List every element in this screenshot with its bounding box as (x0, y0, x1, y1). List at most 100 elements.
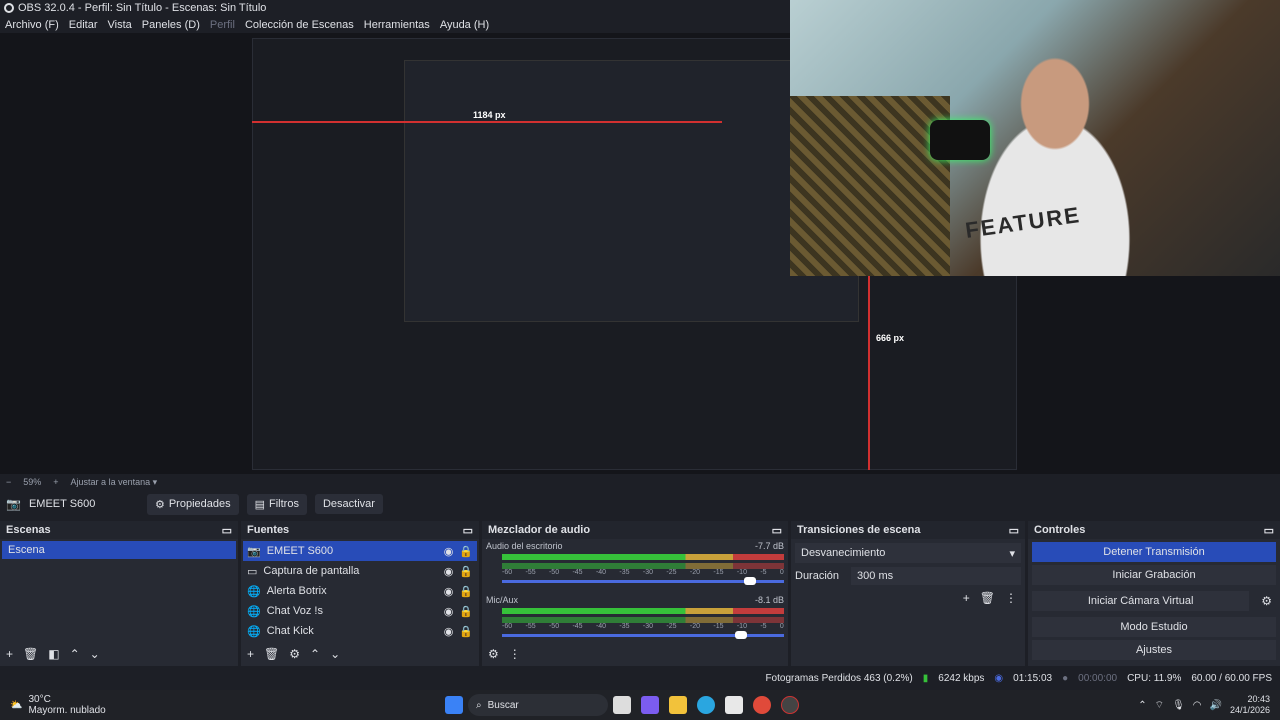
dock-menu-icon[interactable]: ▭ (1264, 524, 1274, 537)
menu-ayuda[interactable]: Ayuda (H) (435, 19, 494, 31)
settings-button[interactable]: Ajustes (1032, 640, 1276, 660)
remove-transition-icon[interactable]: 🗑 (980, 591, 995, 605)
network-icon[interactable]: ⌔ (1155, 699, 1164, 712)
source-item-chat-kick[interactable]: 🌐 Chat Kick ◉ 🔒 (243, 621, 477, 641)
meter-scale: -60 -55 -50 -45 -40 -35 -30 -25 -20 -15 -10 -5 0 (502, 569, 784, 576)
zoom-bar: − 59% + Ajustar a la ventana ▾ (0, 474, 1280, 490)
dock-menu-icon[interactable]: ▭ (463, 524, 473, 537)
properties-button[interactable]: ⚙ Propiedades (146, 493, 239, 515)
chrome-icon[interactable] (753, 696, 771, 714)
transition-select[interactable]: Desvanecimiento ▾ (795, 543, 1021, 563)
add-scene-icon[interactable]: + (6, 647, 13, 661)
mixer-settings-icon[interactable]: ⚙ (488, 647, 499, 661)
add-transition-icon[interactable]: + (963, 591, 970, 605)
lock-icon[interactable]: 🔒 (459, 565, 473, 578)
dock-menu-icon[interactable]: ▭ (222, 524, 232, 537)
gear-icon[interactable]: ⚙ (1253, 594, 1280, 608)
fit-window-dropdown[interactable]: Ajustar a la ventana ▾ (71, 477, 158, 488)
window-titlebar: OBS 32.0.4 - Perfil: Sin Título - Escena… (0, 0, 790, 16)
volume-icon[interactable]: 🔊 (1210, 700, 1222, 711)
eye-icon[interactable]: ◉ (444, 585, 454, 598)
source-toolbar: 📷 EMEET S600 ⚙ Propiedades ▤ Filtros Desac… (0, 490, 1280, 518)
deactivate-button[interactable]: Desactivar (314, 494, 383, 514)
more-icon[interactable]: ⋮ (1005, 591, 1017, 605)
audio-meter (502, 563, 784, 569)
volume-knob[interactable] (735, 631, 748, 639)
edge-icon[interactable] (697, 696, 715, 714)
volume-slider[interactable] (502, 577, 784, 585)
source-item-captura[interactable]: ▭ Captura de pantalla ◉ 🔒 (243, 561, 477, 581)
stop-streaming-button[interactable]: Detener Transmisión (1032, 542, 1276, 562)
transitions-dock: Transiciones de escena ▭ Desvanecimiento ▾… (791, 521, 1025, 666)
menu-coleccion[interactable]: Colección de Escenas (240, 19, 359, 31)
scene-filters-icon[interactable]: ◧ (48, 647, 59, 661)
menu-archivo[interactable]: Archivo (F) (0, 19, 64, 31)
studio-mode-button[interactable]: Modo Estudio (1032, 617, 1276, 637)
zoom-value: 59% (23, 477, 42, 487)
transition-actions: + 🗑 ⋮ (963, 591, 1017, 605)
clock[interactable]: 20:43 24/1/2026 (1230, 694, 1270, 716)
move-down-icon[interactable]: ⌄ (90, 647, 100, 661)
wifi-icon[interactable]: ◠ (1193, 700, 1202, 711)
store-icon[interactable] (725, 696, 743, 714)
move-down-icon[interactable]: ⌄ (330, 647, 340, 661)
eye-icon[interactable]: ◉ (444, 625, 454, 638)
menu-herramientas[interactable]: Herramientas (359, 19, 435, 31)
move-up-icon[interactable]: ⌃ (70, 647, 80, 661)
scenes-title: Escenas (6, 524, 51, 536)
lock-icon[interactable]: 🔒 (459, 545, 473, 558)
file-explorer-icon[interactable] (669, 696, 687, 714)
microphone (930, 120, 990, 160)
move-up-icon[interactable]: ⌃ (310, 647, 320, 661)
menu-editar[interactable]: Editar (64, 19, 103, 31)
lock-icon[interactable]: 🔒 (459, 585, 473, 598)
eye-icon[interactable]: ◉ (444, 565, 454, 578)
camera-icon: 📷 (6, 497, 21, 511)
zoom-in-button[interactable]: + (53, 477, 58, 487)
remove-scene-icon[interactable]: 🗑 (23, 647, 38, 661)
volume-knob[interactable] (743, 577, 756, 585)
more-icon[interactable]: ⋮ (509, 647, 521, 661)
virtual-cam-row: Iniciar Cámara Virtual ⚙ (1028, 588, 1280, 614)
weather-widget[interactable]: ⛅ 30°C Mayorm. nublado (0, 694, 440, 716)
eye-icon[interactable]: ◉ (444, 545, 454, 558)
start-virtual-camera-button[interactable]: Iniciar Cámara Virtual (1032, 591, 1250, 611)
dock-menu-icon[interactable]: ▭ (1009, 524, 1019, 537)
controls-title: Controles (1034, 524, 1086, 536)
source-item-alerta[interactable]: 🌐 Alerta Botrix ◉ 🔒 (243, 581, 477, 601)
globe-icon: 🌐 (247, 625, 261, 638)
lock-icon[interactable]: 🔒 (459, 625, 473, 638)
lock-icon[interactable]: 🔒 (459, 605, 473, 618)
duration-label: Duración (795, 570, 840, 582)
status-bar: Fotogramas Perdidos 463 (0.2%) ▮ 6242 kb… (0, 668, 1280, 688)
scene-item[interactable]: Escena (2, 541, 236, 559)
menu-paneles[interactable]: Paneles (D) (137, 19, 205, 31)
add-source-icon[interactable]: + (247, 647, 254, 661)
source-item-emeet[interactable]: 📷 EMEET S600 ◉ 🔒 (243, 541, 477, 561)
chevron-up-icon[interactable]: ⌃ (1138, 700, 1146, 711)
duration-input[interactable]: 300 ms (851, 567, 1021, 585)
globe-icon: 🌐 (247, 605, 261, 618)
channel-name: Mic/Aux (486, 595, 519, 605)
filters-button[interactable]: ▤ Filtros (246, 493, 307, 515)
taskbar-search[interactable]: ⌕ Buscar (468, 694, 608, 716)
dock-menu-icon[interactable]: ▭ (772, 524, 782, 537)
source-item-chat-voz[interactable]: 🌐 Chat Voz !s ◉ 🔒 (243, 601, 477, 621)
menu-vista[interactable]: Vista (103, 19, 137, 31)
weather-text: Mayorm. nublado (28, 705, 106, 716)
cloud-icon: ⛅ (10, 699, 23, 711)
copilot-icon[interactable] (641, 696, 659, 714)
start-icon[interactable] (445, 696, 463, 714)
eye-icon[interactable]: ◉ (444, 605, 454, 618)
source-properties-icon[interactable]: ⚙ (289, 647, 300, 661)
start-recording-button[interactable]: Iniciar Grabación (1032, 565, 1276, 585)
audio-meter (502, 608, 784, 614)
task-view-icon[interactable] (613, 696, 631, 714)
mic-icon[interactable]: 🎙 (1172, 700, 1185, 711)
volume-slider[interactable] (502, 631, 784, 639)
remove-source-icon[interactable]: 🗑 (264, 647, 279, 661)
obs-taskbar-icon[interactable] (781, 696, 799, 714)
zoom-out-button[interactable]: − (6, 477, 11, 487)
audio-meter (502, 617, 784, 623)
dropped-frames: Fotogramas Perdidos 463 (0.2%) (765, 672, 913, 684)
